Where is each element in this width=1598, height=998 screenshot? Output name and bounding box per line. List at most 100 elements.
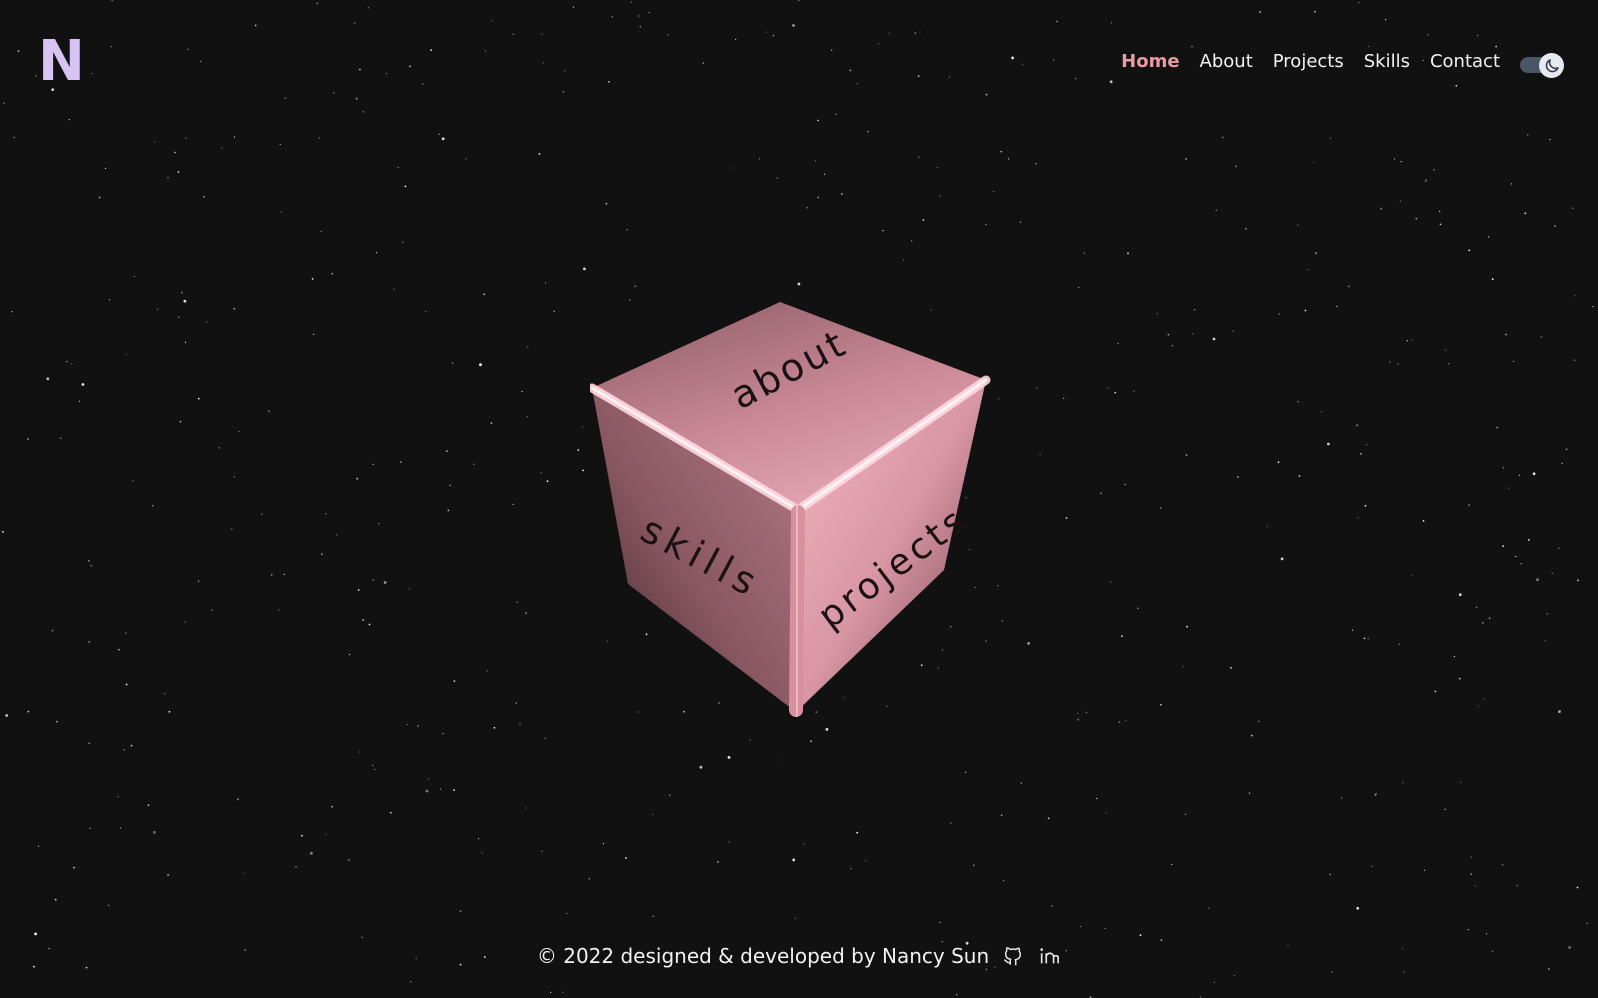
star: [1453, 655, 1455, 658]
main-nav: Home About Projects Skills Contact: [1121, 48, 1500, 76]
star: [922, 219, 925, 222]
star: [831, 49, 833, 51]
star: [1367, 638, 1369, 640]
star: [652, 813, 654, 815]
star: [1508, 487, 1510, 489]
star: [261, 513, 263, 516]
star: [1056, 20, 1058, 22]
star: [588, 878, 590, 880]
star: [1364, 504, 1367, 507]
star: [389, 811, 392, 814]
star: [794, 917, 797, 920]
star: [1501, 863, 1504, 866]
star: [125, 632, 127, 634]
star: [1259, 11, 1262, 13]
star: [447, 509, 450, 512]
linkedin-icon[interactable]: [1037, 944, 1061, 968]
star: [544, 737, 547, 740]
star: [1127, 252, 1129, 255]
navigation-cube[interactable]: about skills projects: [587, 300, 1000, 730]
star: [486, 670, 488, 672]
star: [37, 845, 40, 847]
star: [950, 822, 952, 824]
star: [1403, 971, 1405, 973]
star: [254, 24, 257, 27]
star: [347, 859, 350, 861]
star: [728, 841, 730, 843]
star: [992, 191, 995, 193]
star: [280, 211, 282, 213]
star: [237, 798, 239, 801]
star: [66, 360, 68, 363]
star: [117, 796, 119, 798]
star: [776, 177, 779, 179]
star: [440, 788, 442, 790]
star: [608, 80, 610, 83]
star: [1156, 313, 1158, 315]
star: [404, 185, 407, 188]
theme-toggle[interactable]: [1520, 53, 1564, 78]
star: [1434, 690, 1437, 693]
star: [130, 744, 133, 747]
star: [823, 173, 826, 175]
star: [156, 308, 159, 310]
star: [1357, 517, 1359, 519]
star: [206, 321, 208, 323]
star: [1398, 643, 1400, 645]
star: [120, 827, 122, 829]
star: [792, 858, 796, 862]
star: [1532, 472, 1536, 476]
star: [1448, 363, 1450, 365]
star: [572, 6, 575, 8]
nav-contact[interactable]: Contact: [1430, 48, 1500, 76]
star: [1576, 886, 1579, 889]
star: [1110, 22, 1113, 24]
star: [939, 921, 941, 924]
star: [850, 868, 852, 870]
star: [1406, 340, 1408, 342]
star: [110, 46, 112, 48]
star: [1298, 475, 1301, 477]
star: [1278, 313, 1280, 315]
nav-projects[interactable]: Projects: [1273, 48, 1344, 76]
star: [566, 912, 568, 914]
star: [772, 34, 775, 37]
star: [1096, 797, 1098, 800]
star: [34, 932, 37, 936]
star: [27, 438, 29, 440]
star: [630, 1, 632, 3]
star: [638, 15, 640, 17]
star: [1513, 360, 1515, 362]
star: [1080, 925, 1082, 928]
star: [541, 850, 543, 852]
star: [197, 397, 200, 400]
star: [1036, 387, 1038, 389]
site-logo[interactable]: N: [38, 30, 85, 94]
star: [383, 581, 387, 584]
star: [1248, 792, 1251, 794]
nav-home[interactable]: Home: [1121, 48, 1179, 76]
star: [817, 196, 820, 199]
star: [1358, 1, 1360, 4]
github-icon[interactable]: [1001, 944, 1025, 968]
star: [1215, 209, 1217, 211]
star: [1314, 10, 1316, 13]
star: [1250, 734, 1253, 737]
nav-about[interactable]: About: [1200, 48, 1253, 76]
star: [428, 778, 430, 780]
star: [526, 416, 529, 418]
star: [521, 390, 523, 393]
star: [888, 32, 890, 34]
star: [367, 7, 369, 9]
star: [51, 629, 54, 632]
star: [1000, 150, 1003, 153]
star: [1572, 207, 1574, 209]
star: [1125, 719, 1127, 722]
star: [90, 565, 92, 567]
nav-skills[interactable]: Skills: [1364, 48, 1410, 76]
star: [1039, 453, 1041, 455]
star: [278, 609, 280, 611]
star: [914, 32, 916, 34]
star: [639, 26, 641, 28]
star: [1110, 581, 1112, 583]
